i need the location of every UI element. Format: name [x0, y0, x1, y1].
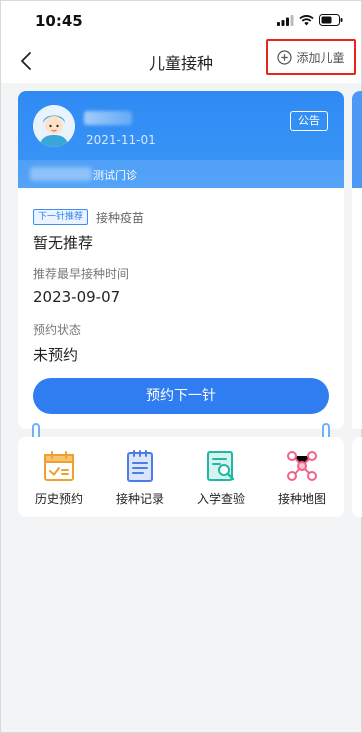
- child-name-redacted: [84, 111, 132, 125]
- status-icons: [277, 14, 343, 26]
- clinic-name: 测试门诊: [93, 169, 137, 182]
- shortcut-label: 历史预约: [34, 492, 83, 506]
- child-avatar-icon: [33, 105, 75, 147]
- shortcut-vaccination-record[interactable]: 接种记录: [100, 449, 180, 507]
- wifi-icon: [299, 14, 314, 25]
- book-next-dose-button[interactable]: 预约下一针: [33, 378, 329, 414]
- clinic-bar: 测试门诊: [18, 160, 344, 188]
- next-child-card-body: [352, 188, 362, 429]
- plus-circle-icon: [277, 49, 293, 65]
- shortcut-label: 接种记录: [115, 492, 164, 506]
- shortcut-vaccination-map[interactable]: 接种地图: [262, 449, 342, 507]
- next-shortcuts-peek: [352, 437, 362, 517]
- clipboard-list-icon: [127, 450, 153, 482]
- nav-bar: 儿童接种 添加儿童: [1, 39, 361, 83]
- vaccine-value: 暂无推荐: [33, 234, 94, 252]
- avatar: [33, 105, 75, 147]
- shortcut-panel: 历史预约 接种记录 入学查验 接种地图: [18, 437, 344, 517]
- add-child-label: 添加儿童: [296, 50, 345, 65]
- shortcut-label: 接种地图: [277, 492, 326, 506]
- vaccine-label: 接种疫苗: [96, 211, 145, 225]
- document-search-icon: [207, 451, 235, 481]
- calendar-check-icon: [44, 451, 74, 481]
- signal-icon: [277, 14, 294, 26]
- earliest-time-label: 推荐最早接种时间: [33, 267, 130, 281]
- shortcut-history-booking[interactable]: 历史预约: [19, 449, 99, 507]
- status-time: 10:45: [35, 12, 83, 30]
- child-vaccination-card: 2021-11-01 公告 测试门诊 下一针推荐 接种疫苗 暂无推荐 推荐最早接…: [18, 91, 344, 429]
- add-child-button[interactable]: 添加儿童: [266, 39, 356, 75]
- booking-status-value: 未预约: [33, 346, 79, 364]
- status-bar: 10:45: [1, 1, 361, 39]
- battery-icon: [319, 14, 343, 26]
- booking-status-label: 预约状态: [33, 323, 82, 337]
- shortcut-label: 入学查验: [196, 492, 245, 506]
- notice-button[interactable]: 公告: [290, 111, 328, 131]
- earliest-time-value: 2023-09-07: [33, 288, 121, 306]
- child-birth-date: 2021-11-01: [86, 133, 156, 147]
- network-map-icon: [287, 451, 317, 481]
- clinic-name-redacted: [30, 167, 92, 181]
- child-card-header: 2021-11-01 公告 测试门诊: [18, 91, 344, 188]
- shortcut-school-check[interactable]: 入学查验: [181, 449, 261, 507]
- next-dose-tag: 下一针推荐: [33, 209, 89, 225]
